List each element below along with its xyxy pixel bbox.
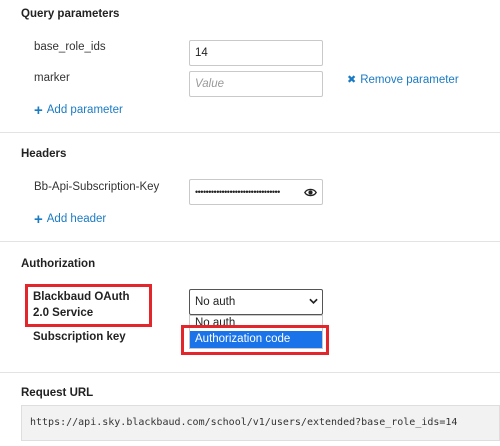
add-parameter-link[interactable]: + Add parameter bbox=[34, 101, 123, 119]
authorization-select-value: No auth bbox=[195, 296, 236, 308]
divider bbox=[0, 132, 500, 133]
param-name-base-role-ids: base_role_ids bbox=[34, 41, 106, 53]
eye-icon[interactable] bbox=[304, 186, 317, 199]
remove-parameter-label: Remove parameter bbox=[360, 73, 459, 86]
divider bbox=[0, 241, 500, 242]
plus-icon: + bbox=[34, 101, 43, 119]
divider bbox=[0, 372, 500, 373]
param-name-marker: marker bbox=[34, 72, 70, 84]
request-url-title: Request URL bbox=[21, 387, 94, 399]
headers-title: Headers bbox=[21, 148, 67, 160]
add-header-label: Add header bbox=[46, 213, 107, 225]
option-highlight bbox=[181, 325, 329, 355]
authorization-title: Authorization bbox=[21, 258, 96, 270]
oauth-service-label: Blackbaud OAuth 2.0 Service bbox=[33, 291, 130, 319]
add-header-link[interactable]: + Add header bbox=[34, 210, 107, 228]
masked-value: •••••••••••••••••••••••••••••••• bbox=[195, 187, 280, 197]
authorization-select[interactable]: No auth bbox=[189, 289, 323, 315]
x-icon: ✖ bbox=[347, 74, 357, 86]
plus-icon: + bbox=[34, 210, 43, 228]
header-value-input-subscription-key[interactable]: •••••••••••••••••••••••••••••••• bbox=[189, 179, 323, 205]
param-value-input-marker[interactable]: Value bbox=[189, 71, 323, 97]
subscription-key-label: Subscription key bbox=[33, 331, 126, 343]
remove-parameter-link[interactable]: ✖ Remove parameter bbox=[347, 73, 459, 87]
chevron-down-icon bbox=[309, 298, 318, 304]
header-name-subscription-key: Bb-Api-Subscription-Key bbox=[34, 181, 160, 193]
request-url-field[interactable]: https://api.sky.blackbaud.com/school/v1/… bbox=[21, 405, 500, 441]
add-parameter-label: Add parameter bbox=[46, 104, 123, 116]
query-parameters-title: Query parameters bbox=[21, 8, 120, 20]
param-value-input-base-role-ids[interactable]: 14 bbox=[189, 40, 323, 66]
